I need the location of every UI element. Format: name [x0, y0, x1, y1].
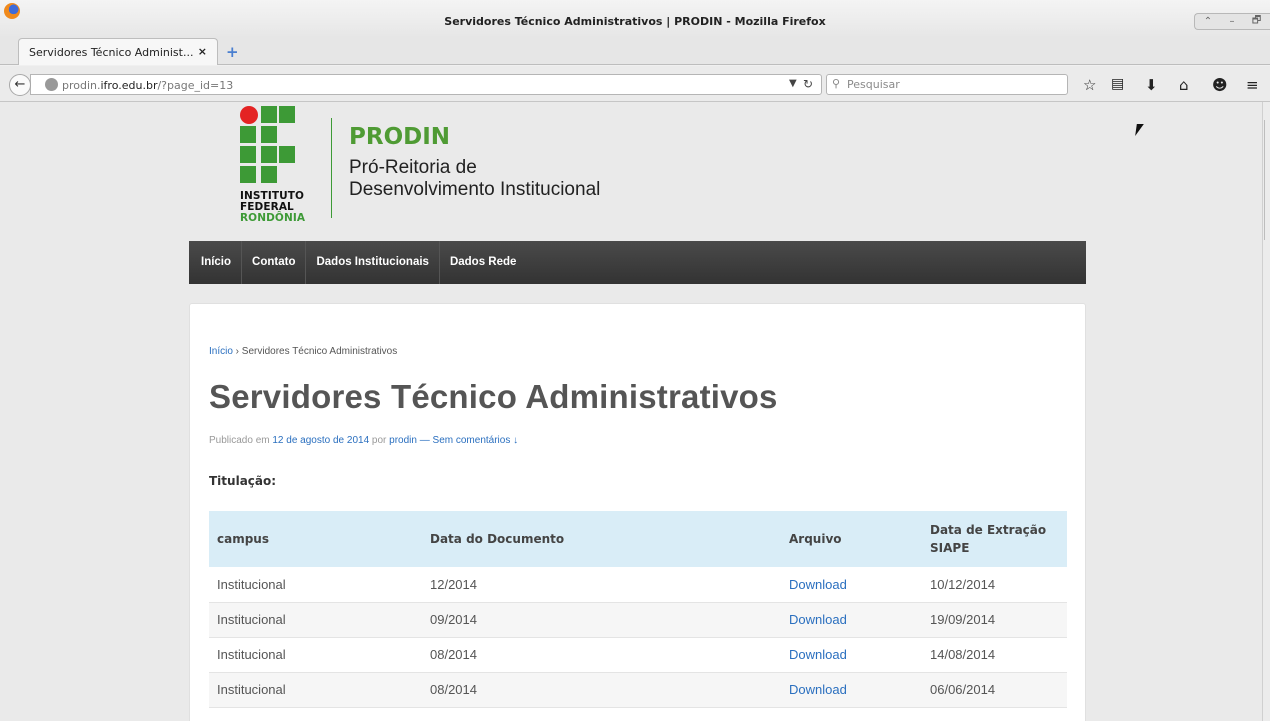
logo-square	[261, 106, 277, 123]
tagline-line-1: Pró-Reitoria de	[349, 157, 477, 178]
menu-icon[interactable]: ≡	[1246, 76, 1259, 94]
section-heading: Titulação:	[209, 474, 277, 488]
search-icon: ⚲	[832, 77, 841, 90]
site-tagline: Pró-Reitoria de Desenvolvimento Instituc…	[349, 157, 600, 201]
minimize-icon[interactable]: –	[1230, 16, 1235, 27]
page-title: Servidores Técnico Administrativos	[209, 378, 778, 415]
home-icon[interactable]: ⌂	[1179, 76, 1189, 94]
table-row: Institucional 12/2014 Download 10/12/201…	[209, 567, 1067, 603]
cell-data-extracao: 14/08/2014	[922, 637, 1067, 673]
logo-square	[240, 146, 256, 163]
nav-dados-rede[interactable]: Dados Rede	[440, 241, 526, 284]
breadcrumb-separator: ›	[232, 346, 242, 357]
window-title: Servidores Técnico Administrativos | PRO…	[444, 15, 826, 28]
meta-author-link[interactable]: prodin	[389, 435, 417, 446]
data-table: campus Data do Documento Arquivo Data de…	[209, 511, 1067, 708]
nav-inicio[interactable]: Início	[191, 241, 243, 284]
star-icon[interactable]: ☆	[1083, 76, 1096, 94]
table-row: Institucional 08/2014 Download 14/08/201…	[209, 637, 1067, 673]
vertical-scrollbar[interactable]	[1262, 102, 1270, 721]
logo-square	[240, 126, 256, 143]
url-text[interactable]: prodin.ifro.edu.br/?page_id=13	[62, 79, 233, 92]
cell-campus: Institucional	[209, 602, 422, 638]
cell-data-documento: 12/2014	[422, 567, 781, 603]
globe-icon	[45, 78, 58, 91]
toolbar-icons: ☆ ▤ ⬇ ⌂ ☻ ≡	[1078, 76, 1270, 94]
logo-square	[279, 146, 295, 163]
back-button[interactable]: ←	[9, 74, 31, 96]
window-titlebar: Servidores Técnico Administrativos | PRO…	[0, 0, 1270, 38]
column-header-data-extracao: Data de Extração SIAPE	[922, 511, 1067, 567]
post-meta: Publicado em 12 de agosto de 2014 por pr…	[209, 435, 518, 446]
window-up-icon[interactable]: ⌃	[1204, 16, 1212, 27]
download-link[interactable]: Download	[789, 682, 847, 697]
cell-data-documento: 08/2014	[422, 672, 781, 708]
column-header-data-documento: Data do Documento	[422, 511, 781, 567]
meta-comments-link[interactable]: Sem comentários ↓	[433, 435, 519, 446]
meta-published-label: Publicado em	[209, 435, 273, 446]
cell-campus: Institucional	[209, 637, 422, 673]
history-dropdown-icon[interactable]: ▼	[789, 78, 797, 89]
header-divider	[331, 118, 332, 218]
mouse-cursor-icon	[1135, 124, 1144, 136]
logo-square	[261, 166, 277, 183]
site-navigation: Início Contato Dados Institucionais Dado…	[189, 241, 1086, 284]
column-header-arquivo: Arquivo	[781, 511, 922, 567]
close-tab-icon[interactable]: ×	[198, 45, 207, 58]
download-link[interactable]: Download	[789, 577, 847, 592]
url-bar[interactable]: prodin.ifro.edu.br/?page_id=13 ▼ ↻	[30, 74, 822, 95]
cell-campus: Institucional	[209, 567, 422, 603]
back-arrow-icon: ←	[14, 77, 26, 92]
cell-data-extracao: 19/09/2014	[922, 602, 1067, 638]
download-icon[interactable]: ⬇	[1145, 76, 1158, 94]
ifro-logo[interactable]: INSTITUTO FEDERAL RONDÔNIA	[240, 106, 312, 230]
scrollbar-thumb[interactable]	[1264, 120, 1269, 240]
cell-campus: Institucional	[209, 672, 422, 708]
download-link[interactable]: Download	[789, 612, 847, 627]
download-link[interactable]: Download	[789, 647, 847, 662]
breadcrumb-current: Servidores Técnico Administrativos	[241, 346, 398, 357]
reading-list-icon[interactable]: ▤	[1111, 76, 1124, 92]
table-header-row: campus Data do Documento Arquivo Data de…	[209, 511, 1067, 567]
tab-strip: Servidores Técnico Administ... × +	[0, 38, 1270, 65]
maximize-icon[interactable]: 🗗	[1252, 13, 1261, 30]
cell-data-documento: 09/2014	[422, 602, 781, 638]
meta-separator: —	[416, 435, 433, 446]
column-header-campus: campus	[209, 511, 422, 567]
logo-square	[261, 126, 277, 143]
table-row: Institucional 09/2014 Download 19/09/201…	[209, 602, 1067, 638]
logo-red-circle	[240, 106, 258, 124]
tagline-line-2: Desenvolvimento Institucional	[349, 179, 601, 200]
window-controls: ⌃ – 🗗	[1194, 13, 1270, 30]
logo-square	[240, 166, 256, 183]
chat-icon[interactable]: ☻	[1212, 76, 1228, 94]
navigation-bar: prodin.ifro.edu.br/?page_id=13 ▼ ↻ ← ⚲ ☆…	[0, 66, 1270, 102]
site-brand[interactable]: PRODIN	[349, 124, 450, 150]
nav-contato[interactable]: Contato	[242, 241, 307, 284]
content-card: Início › Servidores Técnico Administrati…	[189, 303, 1086, 721]
logo-square	[261, 146, 277, 163]
new-tab-icon[interactable]: +	[226, 43, 239, 61]
logo-square	[279, 106, 295, 123]
meta-date-link[interactable]: 12 de agosto de 2014	[272, 435, 369, 446]
tab-active[interactable]: Servidores Técnico Administ... ×	[18, 38, 218, 65]
reload-icon[interactable]: ↻	[803, 77, 813, 91]
tab-label: Servidores Técnico Administ...	[29, 46, 194, 59]
search-bar[interactable]: ⚲	[826, 74, 1068, 95]
breadcrumb: Início › Servidores Técnico Administrati…	[209, 346, 397, 357]
page-viewport: INSTITUTO FEDERAL RONDÔNIA PRODIN Pró-Re…	[0, 102, 1270, 721]
cell-data-extracao: 10/12/2014	[922, 567, 1067, 603]
cell-data-documento: 08/2014	[422, 637, 781, 673]
cell-data-extracao: 06/06/2014	[922, 672, 1067, 708]
search-input[interactable]	[847, 78, 1057, 91]
logo-text-rondonia: RONDÔNIA	[240, 212, 306, 224]
nav-dados-institucionais[interactable]: Dados Institucionais	[306, 241, 440, 284]
breadcrumb-home-link[interactable]: Início	[209, 346, 233, 357]
meta-by-label: por	[369, 435, 390, 446]
table-row: Institucional 08/2014 Download 06/06/201…	[209, 672, 1067, 708]
